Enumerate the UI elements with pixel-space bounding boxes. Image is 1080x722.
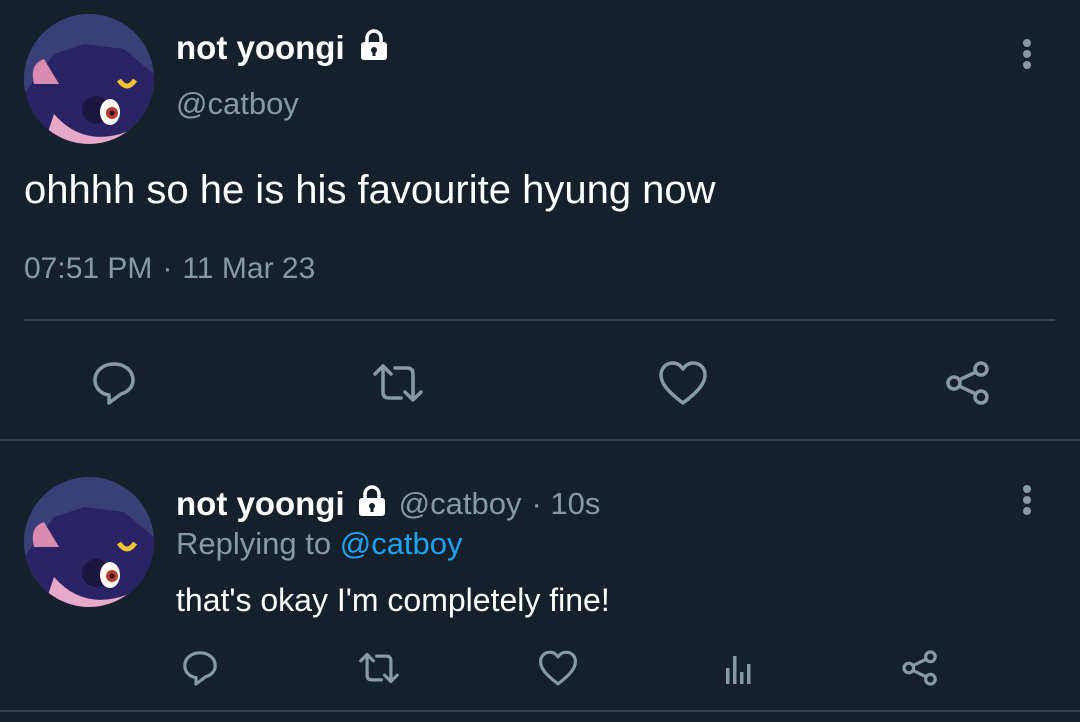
reply-icon[interactable]	[86, 355, 142, 411]
tweet-text: ohhhh so he is his favourite hyung now	[24, 168, 716, 212]
tweet-date[interactable]: 11 Mar 23	[182, 252, 315, 286]
replying-to-label: Replying to	[176, 526, 332, 561]
like-icon[interactable]	[536, 646, 580, 690]
divider	[0, 439, 1080, 441]
more-options-icon[interactable]	[1012, 36, 1042, 72]
tweet-time[interactable]: 07:51 PM	[24, 252, 152, 286]
retweet-icon[interactable]	[354, 646, 404, 690]
display-name[interactable]: not yoongi	[176, 485, 345, 523]
cat-avatar-image	[24, 14, 154, 144]
retweet-icon[interactable]	[368, 355, 428, 411]
share-icon[interactable]	[940, 355, 996, 411]
avatar[interactable]	[24, 14, 154, 144]
analytics-icon[interactable]	[717, 646, 761, 690]
tweet-age: · 10s	[531, 485, 601, 521]
lock-icon	[357, 28, 391, 67]
tweet-text: that's okay I'm completely fine!	[176, 582, 610, 618]
handle[interactable]: @catboy	[176, 86, 299, 122]
more-options-icon[interactable]	[1012, 482, 1042, 518]
lock-icon	[355, 484, 389, 523]
reply-icon[interactable]	[178, 646, 222, 690]
cat-avatar-image	[24, 477, 154, 607]
meta-separator: ·	[162, 252, 173, 285]
divider	[24, 319, 1055, 321]
like-icon[interactable]	[655, 355, 711, 411]
avatar[interactable]	[24, 477, 154, 607]
display-name[interactable]: not yoongi	[176, 29, 345, 67]
share-icon[interactable]	[898, 646, 942, 690]
divider	[0, 710, 1080, 712]
handle[interactable]: @catboy	[399, 486, 522, 522]
replying-to-handle[interactable]: @catboy	[340, 526, 463, 561]
